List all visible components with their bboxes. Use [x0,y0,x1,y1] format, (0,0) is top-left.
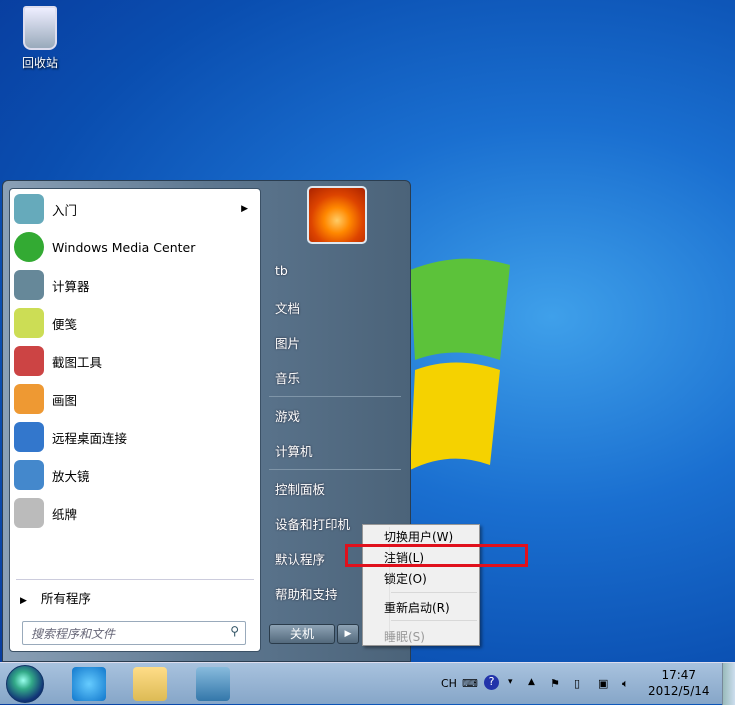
program-label: 远程桌面连接 [52,430,128,446]
date: 2012/5/14 [648,684,710,698]
keyboard-icon[interactable]: ⌨ [462,677,478,690]
program-label: 画图 [52,392,78,408]
programs-pane: 入门 ▶ Windows Media Center 计算器 便笺 截图工具 画图 … [9,188,261,652]
shutdown-options-button[interactable]: ▶ [337,624,359,644]
internet-explorer-icon[interactable] [72,667,106,701]
menu-pictures[interactable]: 图片 [275,333,300,352]
snipping-tool-icon [14,346,44,376]
user-avatar[interactable] [307,186,367,244]
program-paint[interactable]: 画图 [14,382,258,416]
input-options-icon[interactable]: ▾ [508,677,513,687]
media-center-icon [14,232,44,262]
media-player-icon[interactable] [196,667,230,701]
search-icon[interactable]: ⚲ [230,624,239,638]
menu-lock[interactable]: 锁定(O) [384,570,427,587]
taskbar: CH ⌨ ? ▾ ▲ ⚑ ▯ ▣ 🔈︎ 17:47 2012/5/14 [0,662,735,705]
program-label: 计算器 [52,278,90,294]
menu-devices-printers[interactable]: 设备和打印机 [275,514,350,533]
recycle-bin-icon [23,6,57,50]
all-programs[interactable]: ▶ 所有程序 [20,588,91,607]
show-hidden-icons[interactable]: ▲ [528,677,535,687]
menu-documents[interactable]: 文档 [275,298,300,317]
start-menu: 入门 ▶ Windows Media Center 计算器 便笺 截图工具 画图 … [2,180,411,662]
program-getting-started[interactable]: 入门 ▶ [14,192,258,226]
recycle-bin-label: 回收站 [21,56,58,70]
menu-default-programs[interactable]: 默认程序 [275,549,325,568]
divider [16,579,254,580]
sticky-notes-icon [14,308,44,338]
submenu-arrow-icon: ▶ [241,204,248,214]
program-magnifier[interactable]: 放大镜 [14,458,258,492]
explorer-folder-icon[interactable] [133,667,167,701]
program-label: 纸牌 [52,506,78,522]
program-media-center[interactable]: Windows Media Center [14,230,258,264]
remote-desktop-icon [14,422,44,452]
calculator-icon [14,270,44,300]
divider [269,469,401,470]
program-solitaire[interactable]: 纸牌 [14,496,258,530]
volume-icon[interactable]: 🔈︎ [622,677,629,691]
all-programs-label: 所有程序 [40,591,91,606]
program-remote-desktop[interactable]: 远程桌面连接 [14,420,258,454]
divider [391,620,477,621]
menu-user[interactable]: tb [275,263,288,278]
program-label: 截图工具 [52,354,103,370]
shutdown-button[interactable]: 关机 [269,624,335,644]
program-label: Windows Media Center [52,239,196,255]
search-input[interactable]: 搜索程序和文件 ⚲ [22,621,246,645]
highlight-annotation [345,544,528,567]
windows-logo-wallpaper [410,258,510,470]
recycle-bin[interactable]: 回收站 [12,6,68,71]
getting-started-icon [14,194,44,224]
menu-switch-user[interactable]: 切换用户(W) [384,528,453,545]
paint-icon [14,384,44,414]
menu-control-panel[interactable]: 控制面板 [275,479,325,498]
program-label: 放大镜 [52,468,90,484]
search-placeholder: 搜索程序和文件 [31,627,116,641]
divider [391,592,477,593]
action-center-flag-icon[interactable]: ⚑ [550,677,560,690]
program-label: 便笺 [52,316,78,332]
start-button[interactable] [6,665,44,703]
divider [269,396,401,397]
program-label: 入门 [52,202,78,218]
show-desktop-button[interactable] [722,663,735,705]
menu-help-support[interactable]: 帮助和支持 [275,584,338,603]
arrow-right-icon: ▶ [20,596,27,606]
program-sticky-notes[interactable]: 便笺 [14,306,258,340]
program-snipping-tool[interactable]: 截图工具 [14,344,258,378]
clock[interactable]: 17:47 2012/5/14 [648,667,710,699]
time: 17:47 [661,668,697,682]
help-icon[interactable]: ? [484,675,499,690]
language-indicator[interactable]: CH [441,677,457,690]
menu-sleep: 睡眠(S) [384,630,425,644]
menu-restart[interactable]: 重新启动(R) [384,599,450,616]
magnifier-icon [14,460,44,490]
menu-computer[interactable]: 计算机 [275,441,313,460]
solitaire-icon [14,498,44,528]
shutdown-context-menu: 切换用户(W) 注销(L) 锁定(O) 重新启动(R) 睡眠(S) [362,524,480,646]
menu-games[interactable]: 游戏 [275,406,300,425]
network-icon[interactable]: ▣ [598,677,608,690]
power-icon[interactable]: ▯ [574,677,580,690]
menu-music[interactable]: 音乐 [275,368,300,387]
program-calculator[interactable]: 计算器 [14,268,258,302]
